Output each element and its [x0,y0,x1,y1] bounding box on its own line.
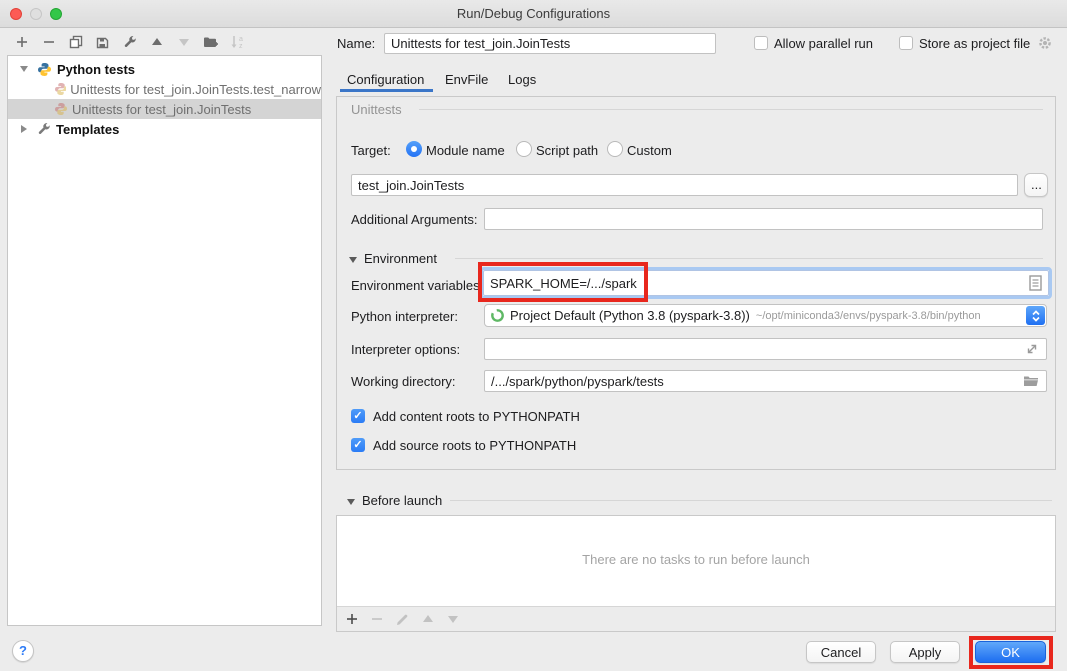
python-test-icon [54,82,66,96]
browse-module-button[interactable]: ... [1024,173,1048,197]
environment-variables-label: Environment variables: [351,278,483,293]
tree-item-jointests-selected[interactable]: Unittests for test_join.JoinTests [8,99,321,119]
name-input[interactable] [384,33,716,54]
gear-icon[interactable] [1037,35,1053,51]
name-label: Name: [337,36,375,51]
tree-item-label: Unittests for test_join.JoinTests [72,102,251,117]
radio-custom[interactable] [607,141,623,157]
module-name-input[interactable] [351,174,1018,196]
tab-logs[interactable]: Logs [508,72,536,87]
active-tab-underline [340,89,433,92]
tree-item-label: Python tests [57,62,135,77]
remove-configuration-icon[interactable] [41,34,56,50]
tree-item-templates[interactable]: Templates [8,119,321,139]
radio-script-path[interactable] [516,141,532,157]
before-launch-panel: There are no tasks to run before launch [336,515,1056,632]
add-source-roots-label: Add source roots to PYTHONPATH [373,438,576,453]
allow-parallel-run-checkbox[interactable] [754,36,768,50]
working-directory-label: Working directory: [351,374,456,389]
python-interpreter-label: Python interpreter: [351,309,458,324]
sidebar-toolbar: az [14,31,245,53]
environment-variables-field-focus [480,267,1052,299]
tree-item-label: Unittests for test_join.JoinTests.test_n… [70,82,321,97]
collapsed-chevron-icon[interactable] [21,125,27,133]
store-as-project-file-checkbox[interactable] [899,36,913,50]
edit-templates-icon[interactable] [122,34,137,50]
add-content-roots-checkbox[interactable]: ✓ [351,409,365,423]
allow-parallel-run-label: Allow parallel run [774,36,873,51]
new-folder-icon[interactable] [203,34,218,50]
python-icon [37,62,52,77]
tab-configuration[interactable]: Configuration [347,72,424,87]
move-task-up-icon [422,614,434,624]
environment-variables-input[interactable] [483,270,1049,296]
move-task-down-icon [447,614,459,624]
expand-field-icon[interactable] [1025,342,1039,356]
environment-collapse-icon[interactable] [349,257,357,263]
dropdown-stepper-icon[interactable] [1026,306,1045,325]
apply-button[interactable]: Apply [890,641,960,663]
sort-configurations-icon: az [230,34,245,50]
additional-arguments-input[interactable] [484,208,1043,230]
wrench-icon [37,122,51,136]
move-down-icon [176,34,191,50]
before-launch-task-list[interactable]: There are no tasks to run before launch [337,516,1055,607]
add-configuration-icon[interactable] [14,34,29,50]
interpreter-options-input[interactable] [484,338,1047,360]
radio-custom-label: Custom [627,143,672,158]
virtualenv-icon [490,308,505,323]
radio-module-name-label: Module name [426,143,505,158]
copy-configuration-icon[interactable] [68,34,83,50]
additional-arguments-label: Additional Arguments: [351,212,477,227]
ok-button[interactable]: OK [975,641,1046,663]
interpreter-value: Project Default (Python 3.8 (pyspark-3.8… [510,308,750,323]
add-source-roots-checkbox[interactable]: ✓ [351,438,365,452]
environment-section-label: Environment [364,251,437,266]
svg-text:a: a [239,36,243,43]
move-up-icon[interactable] [149,34,164,50]
tree-item-label: Templates [56,122,119,137]
store-as-project-file-label: Store as project file [919,36,1030,51]
cancel-button[interactable]: Cancel [806,641,876,663]
target-label: Target: [351,143,391,158]
before-launch-collapse-icon[interactable] [347,499,355,505]
python-interpreter-dropdown[interactable]: Project Default (Python 3.8 (pyspark-3.8… [484,304,1047,327]
environment-divider [455,258,1043,259]
window-title: Run/Debug Configurations [0,6,1067,21]
tab-envfile[interactable]: EnvFile [445,72,488,87]
before-launch-empty-text: There are no tasks to run before launch [337,552,1055,567]
python-test-icon [54,102,68,116]
unittests-group-label: Unittests [351,102,402,117]
expanded-chevron-icon[interactable] [20,66,28,72]
radio-script-path-label: Script path [536,143,598,158]
add-content-roots-label: Add content roots to PYTHONPATH [373,409,580,424]
folder-icon[interactable] [1023,374,1039,387]
browse-variables-icon[interactable] [1029,275,1042,291]
svg-text:z: z [239,43,243,49]
configurations-tree: Python tests Unittests for test_join.Joi… [7,55,322,626]
configuration-pane: Unittests Target: Module name Script pat… [336,96,1056,470]
group-divider [419,109,1043,110]
tree-item-python-tests[interactable]: Python tests [8,59,321,79]
interpreter-path: ~/opt/miniconda3/envs/pyspark-3.8/bin/py… [756,310,981,322]
add-task-icon[interactable] [346,613,358,625]
help-button[interactable]: ? [12,640,34,662]
interpreter-options-label: Interpreter options: [351,342,460,357]
tree-item-test-narrow[interactable]: Unittests for test_join.JoinTests.test_n… [8,79,321,99]
radio-module-name[interactable] [406,141,422,157]
run-debug-configurations-dialog: Run/Debug Configurations az Python tests [0,0,1067,671]
edit-task-icon [396,613,409,626]
before-launch-toolbar [337,607,1055,631]
before-launch-section-label: Before launch [362,493,442,508]
title-bar[interactable]: Run/Debug Configurations [0,0,1067,28]
save-configuration-icon[interactable] [95,34,110,50]
working-directory-input[interactable] [484,370,1047,392]
remove-task-icon [371,613,383,625]
before-launch-divider [450,500,1052,501]
